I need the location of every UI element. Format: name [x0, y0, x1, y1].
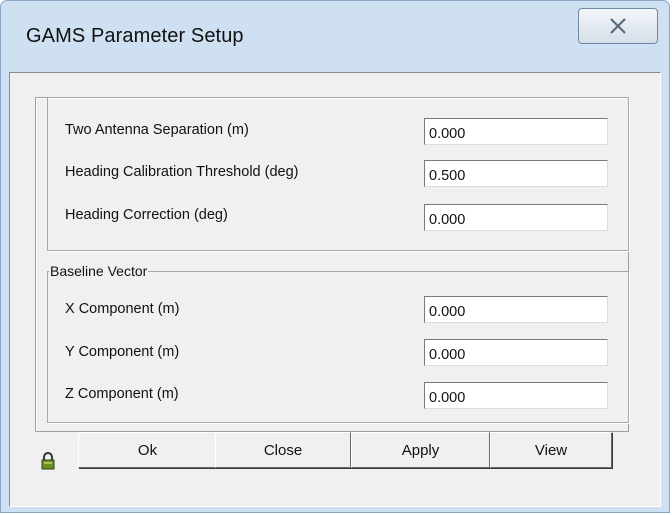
y-component-input[interactable]: [424, 339, 608, 366]
lock-icon: [41, 452, 55, 470]
z-component-input[interactable]: [424, 382, 608, 409]
param-label-heading-correction: Heading Correction (deg): [65, 207, 228, 223]
window-close-button[interactable]: [578, 8, 658, 44]
close-button[interactable]: Close: [215, 432, 351, 468]
baseline-label-z: Z Component (m): [65, 386, 179, 402]
x-component-input[interactable]: [424, 296, 608, 323]
param-label-heading-calibration: Heading Calibration Threshold (deg): [65, 164, 299, 180]
view-button[interactable]: View: [490, 432, 612, 468]
baseline-label-x: X Component (m): [65, 301, 180, 317]
heading-correction-input[interactable]: [424, 204, 608, 231]
close-icon: [610, 18, 626, 34]
ok-button[interactable]: Ok: [78, 432, 217, 468]
baseline-label-y: Y Component (m): [65, 344, 180, 360]
window-title: GAMS Parameter Setup: [26, 25, 244, 47]
baseline-vector-legend: Baseline Vector: [49, 263, 149, 279]
dialog-window: GAMS Parameter Setup Two Antenna Separat…: [0, 0, 670, 513]
heading-calibration-threshold-input[interactable]: [424, 160, 608, 187]
apply-button[interactable]: Apply: [351, 432, 490, 468]
antenna-separation-input[interactable]: [424, 118, 608, 145]
param-label-antenna-separation: Two Antenna Separation (m): [65, 122, 249, 138]
